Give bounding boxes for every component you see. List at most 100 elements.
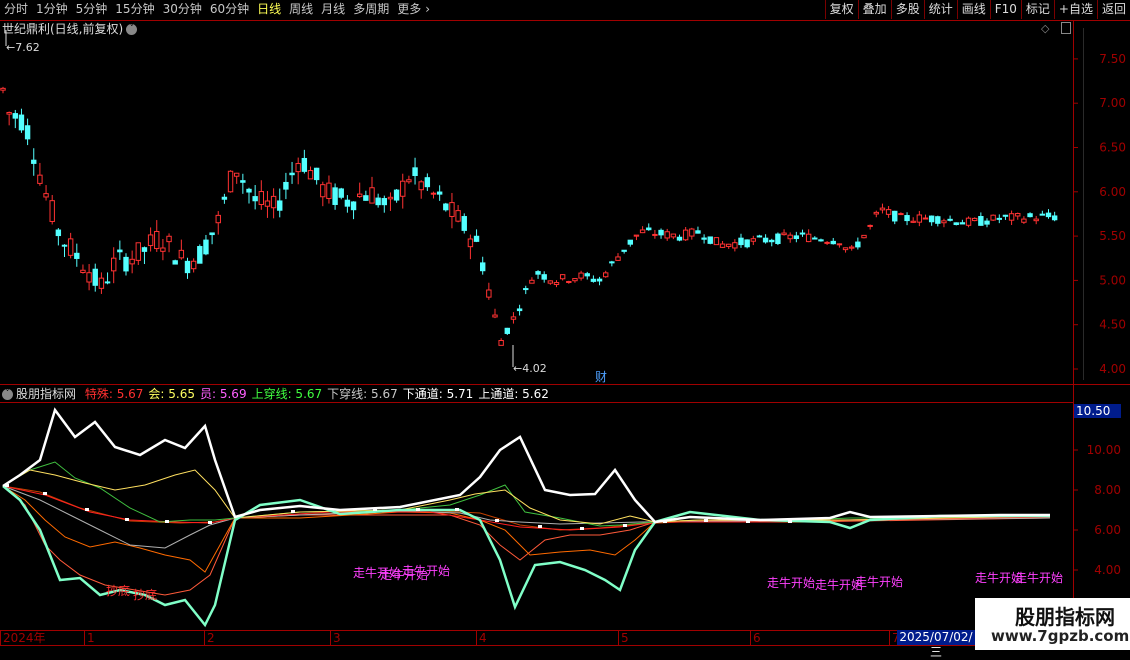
candle-body: [369, 187, 375, 204]
candle-body: [590, 278, 597, 282]
candle-body: [117, 249, 123, 253]
candle-body: [978, 216, 984, 226]
buy-signal-label: 抄底: [133, 587, 157, 602]
candle-body: [400, 180, 406, 197]
candle-body: [381, 198, 388, 206]
date-axis-label: 1: [87, 631, 95, 645]
candle-body: [701, 237, 707, 240]
candle-body: [473, 235, 480, 242]
candle-body: [849, 246, 855, 249]
price-axis-label: 5.50: [1099, 229, 1126, 243]
candle-body: [234, 172, 240, 177]
signal-dot: [663, 520, 667, 523]
candle-body: [972, 217, 978, 222]
candle-body: [412, 167, 418, 177]
candle-body: [0, 87, 6, 91]
candle-body: [12, 113, 19, 119]
indicator-fields: 特殊: 5.67 会: 5.65 员: 5.69 上穿线: 5.67 下穿线: 5.67…: [82, 387, 551, 401]
candle-body: [892, 210, 898, 222]
candle-body: [80, 269, 86, 273]
indicator-field: 下穿线: 5.67: [327, 387, 398, 401]
candle-body: [406, 179, 412, 183]
watermark-logo: 股朋指标网 www.7gpzb.com: [975, 598, 1130, 650]
watermark-title: 股朋指标网: [1015, 605, 1115, 629]
candle-body: [719, 243, 726, 248]
signal-dot: [208, 521, 212, 524]
candle-body: [270, 195, 277, 209]
candle-body: [596, 278, 603, 282]
candle-body: [793, 235, 800, 240]
indicator-header: ˅ 股朋指标网 特殊: 5.67 会: 5.65 员: 5.69 上穿线: 5.67 下穿…: [2, 386, 553, 402]
indicator-field: 特殊: 5.67: [84, 387, 144, 401]
candle-body: [603, 272, 609, 278]
signal-dot: [704, 519, 708, 522]
candle-body: [861, 234, 867, 239]
signal-dot: [5, 484, 9, 487]
low-price-label: ←4.02: [513, 362, 547, 375]
candle-body: [37, 174, 43, 184]
candle-body: [375, 197, 381, 206]
candle-body: [805, 233, 812, 243]
candle-body: [332, 187, 338, 205]
candle-body: [227, 170, 234, 193]
candle-body: [1039, 213, 1046, 216]
indicator-field: 上通道: 5.62: [478, 387, 549, 401]
candle-body: [221, 196, 228, 200]
candle-body: [147, 234, 154, 247]
candle-body: [836, 243, 843, 246]
candle-body: [455, 210, 461, 222]
candle-body: [615, 256, 621, 261]
candle-body: [301, 157, 308, 172]
candle-body: [492, 314, 498, 318]
candle-body: [74, 252, 80, 259]
candle-body: [879, 207, 886, 211]
candle-body: [289, 172, 295, 176]
chart-canvas[interactable]: 7.50 7.00 6.50 6.00 5.50 5.00 4.50 4.00 10.00 8.…: [0, 0, 1130, 650]
candle-body: [1027, 213, 1033, 218]
indicator-name[interactable]: 股朋指标网: [16, 387, 76, 401]
date-axis-label: 3: [333, 631, 341, 645]
candle-body: [738, 237, 744, 246]
candle-body: [154, 230, 160, 250]
candle-body: [61, 244, 68, 247]
candle-body: [313, 167, 320, 181]
signal-dot: [43, 492, 47, 495]
candle-body: [480, 262, 486, 272]
candle-body: [824, 241, 830, 244]
candle-body: [184, 260, 191, 274]
signal-dot: [746, 520, 750, 523]
candle-body: [172, 260, 178, 265]
candle-body: [326, 182, 332, 200]
candle-body: [209, 232, 215, 236]
indicator-field: 会: 5.65: [148, 387, 195, 401]
crosshair-date-badge: 2025/07/02/三: [897, 630, 975, 659]
bull-signal-label: 走牛开始: [767, 575, 815, 590]
candle-body: [258, 191, 265, 206]
settings-circle-icon[interactable]: ˅: [2, 389, 13, 400]
candle-body: [49, 200, 55, 222]
candle-body: [910, 220, 916, 223]
candle-body: [436, 191, 443, 195]
candle-body: [830, 240, 836, 245]
candle-body: [523, 288, 529, 291]
high-price-label: ←7.62: [6, 41, 40, 54]
signal-dot: [125, 518, 129, 521]
candle-body: [24, 125, 31, 140]
candle-body: [812, 237, 818, 240]
candle-body: [818, 239, 824, 242]
candle-body: [566, 280, 572, 283]
date-axis-label: 2: [207, 631, 215, 645]
candle-body: [578, 272, 584, 279]
candle-body: [744, 239, 750, 248]
candle-body: [424, 177, 431, 188]
candle-body: [203, 239, 209, 255]
candle-body: [959, 222, 966, 225]
signal-dot: [538, 525, 542, 528]
candle-body: [215, 214, 221, 224]
candle-body: [990, 214, 996, 221]
date-axis-label: 4: [479, 631, 487, 645]
signal-dot: [788, 520, 792, 523]
candle-body: [443, 203, 449, 211]
indicator-axis-label: 8.00: [1094, 483, 1121, 497]
candle-body: [953, 222, 959, 226]
